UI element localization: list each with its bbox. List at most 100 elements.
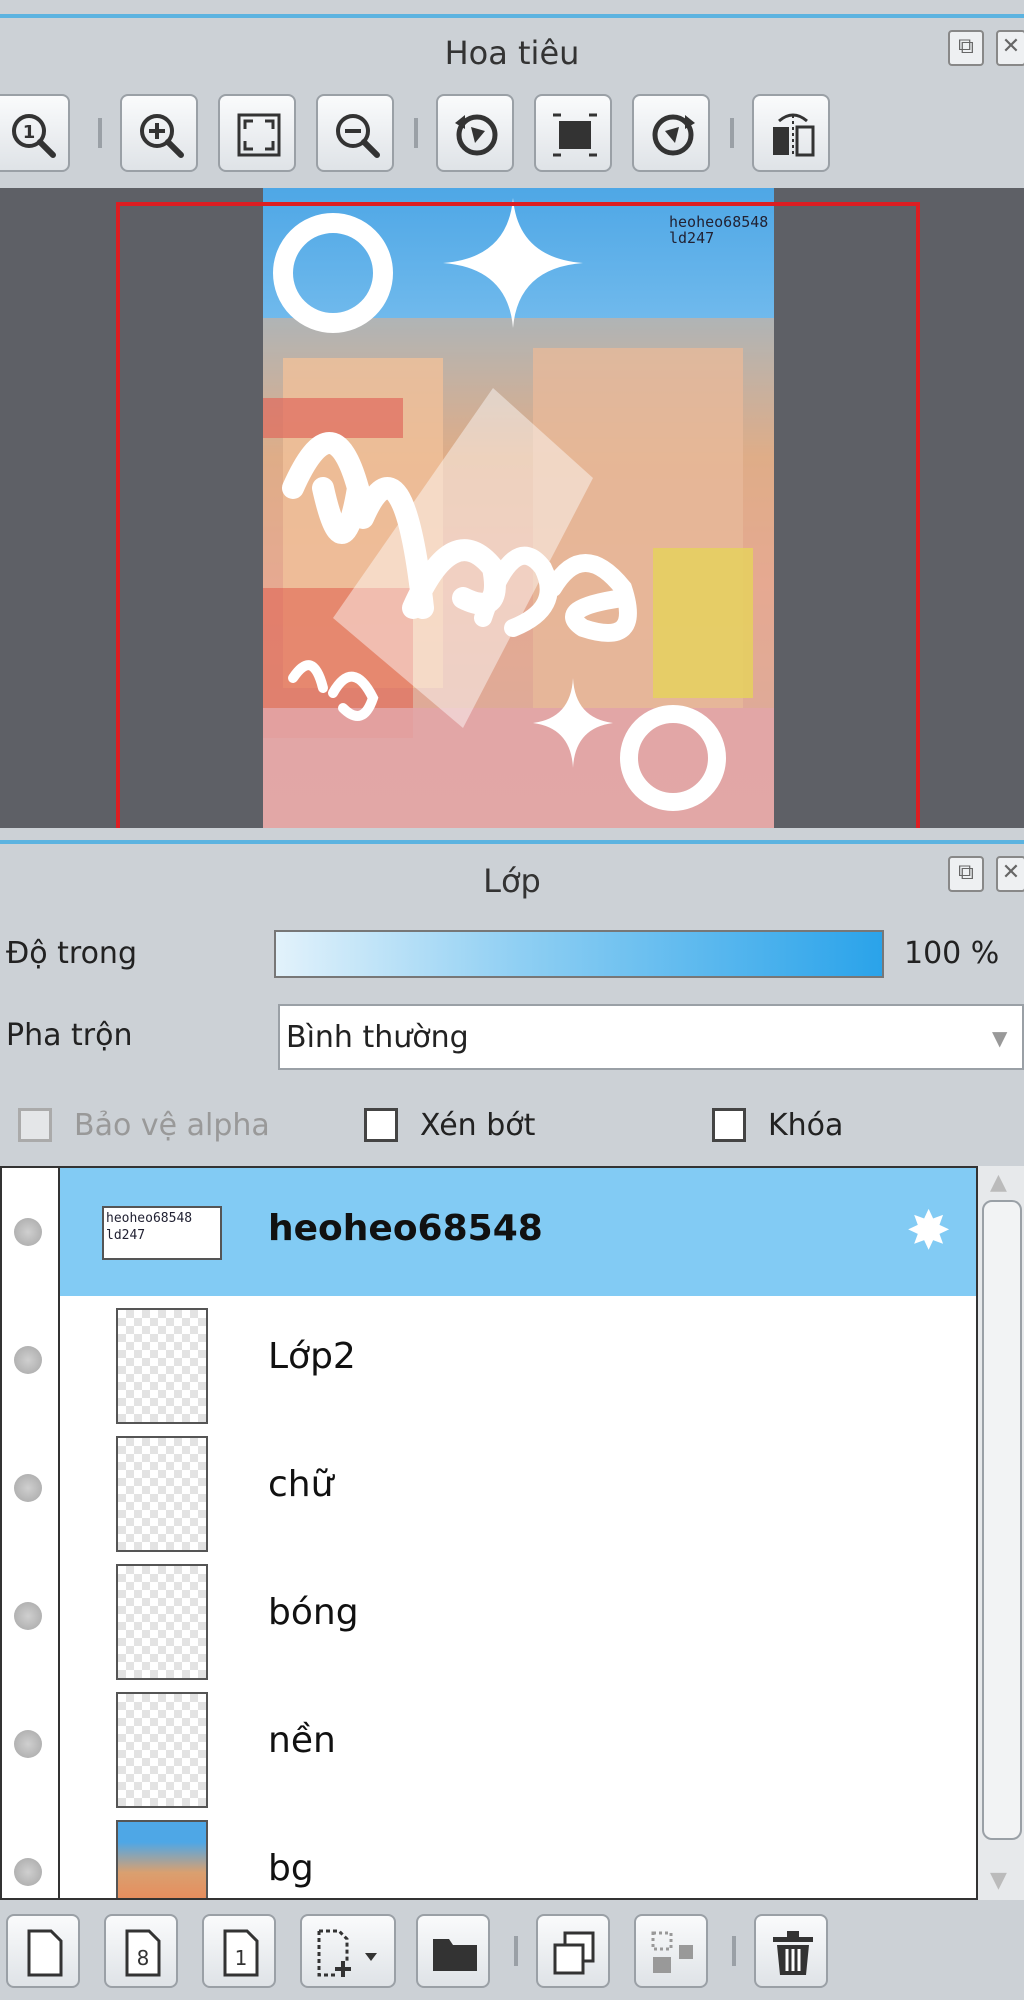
- visibility-dot-icon: [14, 1602, 42, 1630]
- zoom-out-icon: [336, 114, 380, 158]
- delete-layer-button[interactable]: [754, 1914, 828, 1988]
- navigator-title: Hoa tiêu: [444, 34, 580, 72]
- protect-alpha-label: Bảo vệ alpha: [74, 1108, 270, 1143]
- protect-alpha-checkbox[interactable]: [18, 1108, 52, 1142]
- opacity-value: 100 %: [904, 936, 1000, 971]
- new-folder-button[interactable]: [416, 1914, 490, 1988]
- visibility-toggle[interactable]: [2, 1808, 60, 1898]
- layer-list: heoheo68548 ld247 heoheo68548 ✸ Lớp2 chữ…: [0, 1166, 978, 1900]
- layer-name: heoheo68548: [268, 1208, 543, 1249]
- lock-label: Khóa: [768, 1108, 844, 1143]
- rotate-left-icon: [455, 114, 498, 156]
- navigator-top-accent: [0, 14, 1024, 18]
- gear-icon[interactable]: ✸: [906, 1204, 951, 1258]
- thumb-watermark-line1: heoheo68548: [106, 1211, 193, 1226]
- toolbar-separator: [98, 118, 102, 148]
- merge-down-icon: [651, 1931, 693, 1973]
- layer-row-bg[interactable]: bg: [2, 1808, 976, 1898]
- fit-canvas-button[interactable]: [534, 94, 612, 172]
- opacity-slider[interactable]: [274, 930, 884, 978]
- layer-name: Lớp2: [268, 1336, 356, 1377]
- layer-panel-title: Lớp: [483, 862, 541, 900]
- clip-label: Xén bớt: [420, 1108, 536, 1143]
- navigator-popout-icon[interactable]: ⧉: [948, 30, 984, 66]
- layer-thumbnail: [116, 1692, 208, 1808]
- layer-row-nen[interactable]: nền: [2, 1680, 976, 1810]
- layer-row-lop2[interactable]: Lớp2: [2, 1296, 976, 1426]
- layer-name: nền: [268, 1720, 336, 1761]
- chevron-down-icon: ▼: [992, 1026, 1008, 1050]
- folder-icon: [433, 1939, 477, 1971]
- merge-down-button[interactable]: [634, 1914, 708, 1988]
- visibility-dot-icon: [14, 1474, 42, 1502]
- zoom-in-button[interactable]: [120, 94, 198, 172]
- layer-row-heoheo68548[interactable]: heoheo68548 ld247 heoheo68548 ✸: [2, 1168, 976, 1298]
- layer-thumbnail: [116, 1308, 208, 1424]
- flip-horizontal-button[interactable]: [752, 94, 830, 172]
- duplicate-layer-button[interactable]: [536, 1914, 610, 1988]
- visibility-toggle[interactable]: [2, 1168, 60, 1296]
- navigator-close-icon[interactable]: ✕: [996, 30, 1024, 66]
- toolbar-separator: [732, 1936, 736, 1966]
- trash-icon: [773, 1931, 813, 1975]
- actual-size-button[interactable]: 1: [0, 94, 70, 172]
- layer-popout-icon[interactable]: ⧉: [948, 856, 984, 892]
- 1bit-layer-icon: 1: [223, 1929, 259, 1977]
- visibility-toggle[interactable]: [2, 1424, 60, 1552]
- fit-canvas-icon: [553, 113, 597, 157]
- flip-horizontal-icon: [773, 113, 815, 157]
- new-1bit-layer-button[interactable]: 1: [202, 1914, 276, 1988]
- blend-mode-value: Bình thường: [286, 1020, 469, 1055]
- zoom-out-button[interactable]: [316, 94, 394, 172]
- rotate-left-button[interactable]: [436, 94, 514, 172]
- fit-to-view-button[interactable]: [218, 94, 296, 172]
- new-page-icon: [27, 1929, 63, 1977]
- fit-screen-icon: [237, 113, 281, 157]
- visibility-dot-icon: [14, 1218, 42, 1246]
- viewport-frame[interactable]: [116, 202, 920, 828]
- navigator-preview[interactable]: heoheo68548 ld247: [0, 188, 1024, 828]
- svg-text:8: 8: [137, 1946, 150, 1970]
- visibility-dot-icon: [14, 1346, 42, 1374]
- layer-thumbnail: [116, 1564, 208, 1680]
- zoom-in-icon: [140, 114, 184, 158]
- layer-top-accent: [0, 840, 1024, 844]
- visibility-toggle[interactable]: [2, 1680, 60, 1808]
- add-layer-dropdown-button[interactable]: [300, 1914, 396, 1988]
- layer-name: chữ: [268, 1464, 334, 1505]
- blend-mode-select[interactable]: Bình thường ▼: [278, 1004, 1024, 1070]
- toolbar-separator: [730, 118, 734, 148]
- svg-text:1: 1: [23, 122, 36, 143]
- layer-thumbnail: heoheo68548 ld247: [102, 1206, 222, 1260]
- layer-thumbnail: [116, 1436, 208, 1552]
- layer-close-icon[interactable]: ✕: [996, 856, 1024, 892]
- visibility-toggle[interactable]: [2, 1552, 60, 1680]
- 8bit-layer-icon: 8: [125, 1929, 161, 1977]
- new-8bit-layer-button[interactable]: 8: [104, 1914, 178, 1988]
- blend-mode-label: Pha trộn: [6, 1018, 133, 1053]
- add-layer-icon: [317, 1929, 377, 1977]
- layer-row-chu[interactable]: chữ: [2, 1424, 976, 1554]
- layer-thumbnail: [116, 1820, 208, 1898]
- thumb-watermark-line2: ld247: [106, 1228, 146, 1243]
- clip-checkbox[interactable]: [364, 1108, 398, 1142]
- svg-text:1: 1: [235, 1946, 248, 1970]
- layer-name: bg: [268, 1848, 314, 1889]
- visibility-dot-icon: [14, 1730, 42, 1758]
- scroll-up-icon[interactable]: ▲: [990, 1170, 1007, 1195]
- scrollbar-thumb[interactable]: [982, 1200, 1022, 1840]
- layer-name: bóng: [268, 1592, 359, 1633]
- rotate-right-button[interactable]: [632, 94, 710, 172]
- zoom-actual-icon: 1: [12, 114, 56, 158]
- lock-checkbox[interactable]: [712, 1108, 746, 1142]
- new-layer-button[interactable]: [6, 1914, 80, 1988]
- toolbar-separator: [514, 1936, 518, 1966]
- layer-row-bong[interactable]: bóng: [2, 1552, 976, 1682]
- duplicate-icon: [553, 1931, 595, 1975]
- visibility-dot-icon: [14, 1858, 42, 1886]
- toolbar-separator: [414, 118, 418, 148]
- rotate-right-icon: [652, 114, 695, 156]
- scroll-down-icon[interactable]: ▼: [990, 1868, 1007, 1893]
- visibility-toggle[interactable]: [2, 1296, 60, 1424]
- opacity-label: Độ trong: [6, 936, 137, 971]
